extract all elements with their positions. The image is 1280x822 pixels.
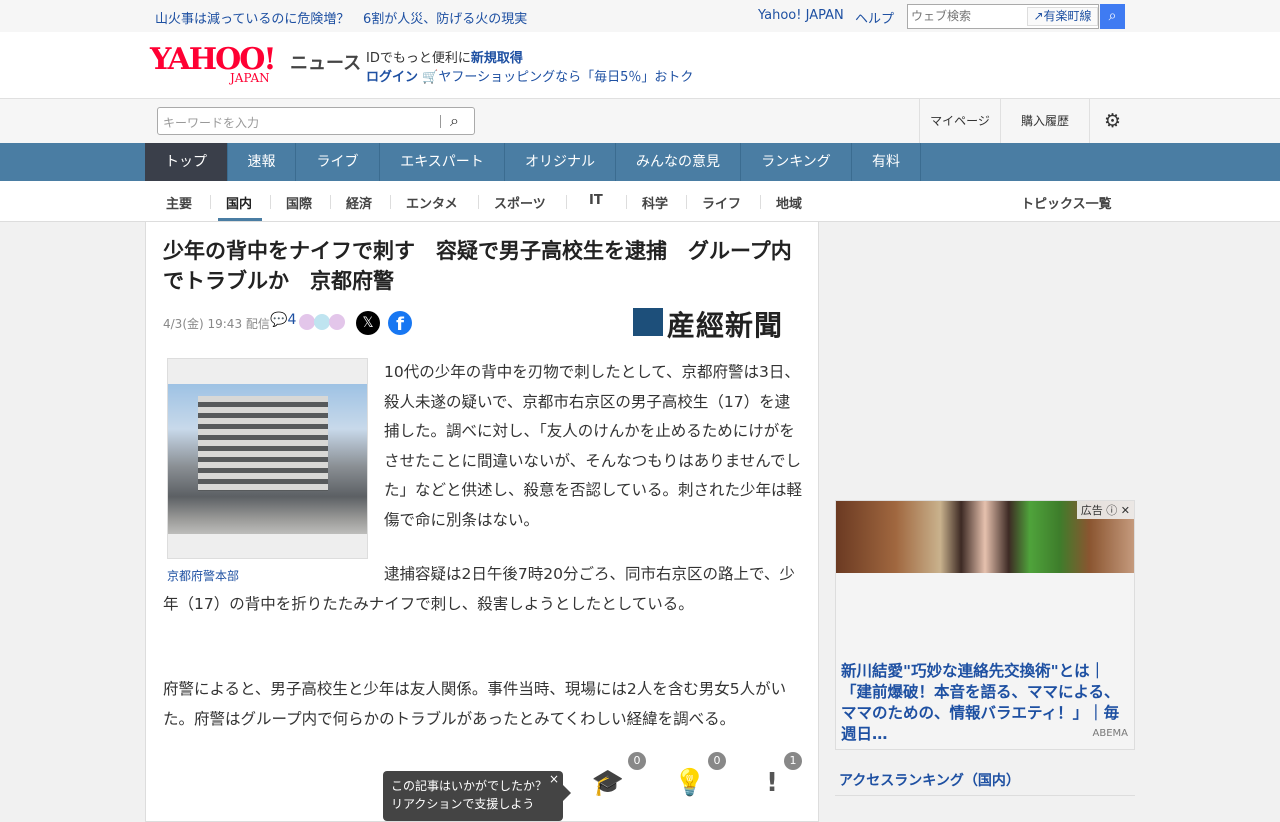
web-search-box: ↗有楽町線 [907,4,1099,29]
source-logo[interactable]: 産經新聞 [633,307,803,342]
yahoo-news-logo[interactable]: YAHOO! JAPAN [150,45,286,86]
x-share-icon[interactable]: 𝕏 [356,311,380,335]
tab-international[interactable]: 国際 [286,193,312,212]
ad-title[interactable]: 新川結愛"巧妙な連絡先交換術"とは｜「建前爆破！本音を語る、ママによる、ママのた… [841,661,1131,745]
learn-count: 0 [628,752,646,770]
ad-source: ABEMA [1092,728,1129,739]
article-paragraph: 10代の少年の背中を刃物で刺したとして、京都府警は3日、殺人未遂の疑いで、京都市… [384,363,803,529]
category-nav: 主要 国内 国際 経済 エンタメ スポーツ IT 科学 ライフ 地域 トピックス… [0,181,1280,222]
article-paragraph: 府警によると、男子高校生と少年は友人関係。事件当時、現場には2人を含む男女5人が… [163,680,787,728]
comment-icon: 💬 [270,312,288,328]
close-icon[interactable]: × [549,770,559,788]
close-icon[interactable]: ✕ [1121,504,1130,517]
keyword-placeholder: キーワードを入力 [163,116,260,130]
publish-date: 4/3(金) 19:43 配信 [163,317,270,331]
tab-domestic[interactable]: 国内 [226,193,252,212]
search-icon: ⌕ [1108,8,1117,24]
tab-life[interactable]: ライフ [702,193,741,212]
info-icon[interactable]: ⓘ [1106,504,1117,517]
service-name: ニュース [290,53,362,74]
nav-expert[interactable]: エキスパート [380,143,505,181]
ad-banner[interactable]: 広告 ⓘ ✕ 新川結愛"巧妙な連絡先交換術"とは｜「建前爆破！本音を語る、ママに… [835,500,1135,750]
gear-icon[interactable]: ⚙ [1089,99,1135,144]
nav-paid[interactable]: 有料 [852,143,921,181]
graduation-cap-icon[interactable]: 🎓 [588,768,628,808]
reaction-emoji-icon [329,314,345,330]
tab-it[interactable]: IT [589,193,603,208]
nav-original[interactable]: オリジナル [505,143,616,181]
reaction-tooltip: この記事はいかがでしたか？ リアクションで支援しよう × [383,770,571,821]
comment-count: 4 [287,312,297,328]
source-logo-mark [633,308,663,336]
reaction-emoji-icon [299,314,315,330]
search-suggestion[interactable]: ↗有楽町線 [1027,7,1098,26]
cart-icon: 🛒 [422,70,439,85]
topics-list-link[interactable]: トピックス一覧 [1021,193,1112,212]
article: 少年の背中をナイフで刺す 容疑で男子高校生を逮捕 グループ内でトラブルか 京都府… [145,222,819,822]
logo-sub: JAPAN [230,71,270,85]
nav-breaking[interactable]: 速報 [228,143,296,181]
tooltip-text: リアクションで支援しよう [391,797,535,811]
notice-count: 1 [784,752,802,770]
tab-entertainment[interactable]: エンタメ [406,193,458,212]
main-nav: トップ 速報 ライブ エキスパート オリジナル みんなの意見 ランキング 有料 [0,143,1280,181]
topic-link[interactable]: 山火事は減っているのに危険増？ [155,8,349,27]
tab-science[interactable]: 科学 [642,193,668,212]
tooltip-text: この記事はいかがでしたか？ [391,779,548,793]
reaction-emoji-icon [314,314,330,330]
nav-top[interactable]: トップ [145,143,228,181]
id-promo: IDでもっと便利に [366,51,471,66]
help-link[interactable]: ヘルプ [855,8,894,27]
ad-label: 広告 [1080,504,1103,517]
web-search-input[interactable] [908,5,1023,27]
exclamation-icon[interactable]: ! [752,768,792,808]
login-link[interactable]: ログイン [366,70,418,85]
top-bar: 山火事は減っているのに危険増？ 6割が人災、防げる火の現実 Yahoo! JAP… [0,0,1280,32]
article-title: 少年の背中をナイフで刺す 容疑で男子高校生を逮捕 グループ内でトラブルか 京都府… [163,239,792,293]
tab-sports[interactable]: スポーツ [494,193,546,212]
article-photo[interactable] [167,358,368,559]
article-paragraph: 逮捕容疑は2日午後7時20分ごろ、同市右京区の路上で、少年（17）の背中を折りた… [163,565,795,613]
header: YAHOO! JAPAN ニュース IDでもっと便利に新規取得 ログイン 🛒ヤフー… [0,32,1280,98]
web-search-button[interactable]: ⌕ [1100,4,1125,29]
tab-economy[interactable]: 経済 [346,193,372,212]
lightbulb-icon[interactable]: 💡 [670,768,710,808]
nav-ranking[interactable]: ランキング [741,143,852,181]
search-bar: キーワードを入力 ⌕ マイページ 購入履歴 ⚙ [0,98,1280,144]
suggestion-label: 有楽町線 [1043,9,1092,23]
signup-link[interactable]: 新規取得 [471,51,523,66]
facebook-share-icon[interactable]: f [388,311,412,335]
purchase-history-button[interactable]: 購入履歴 [1000,99,1089,144]
keyword-search-input[interactable]: キーワードを入力 ⌕ [157,107,475,135]
idea-count: 0 [708,752,726,770]
source-name: 産經新聞 [667,309,784,342]
tab-local[interactable]: 地域 [776,193,802,212]
search-icon[interactable]: ⌕ [450,111,459,131]
tab-main[interactable]: 主要 [166,193,192,212]
shopping-link[interactable]: ヤフーショッピングなら「毎日5％」おトク [438,70,693,85]
nav-opinions[interactable]: みんなの意見 [616,143,741,181]
yahoo-japan-link[interactable]: Yahoo! JAPAN [758,8,844,23]
mypage-button[interactable]: マイページ [919,99,1000,144]
comments-link[interactable]: 💬4 [270,312,296,328]
topic-link[interactable]: 6割が人災、防げる火の現実 [363,8,527,27]
access-ranking-heading[interactable]: アクセスランキング（国内） [835,764,1135,796]
nav-live[interactable]: ライブ [296,143,380,181]
